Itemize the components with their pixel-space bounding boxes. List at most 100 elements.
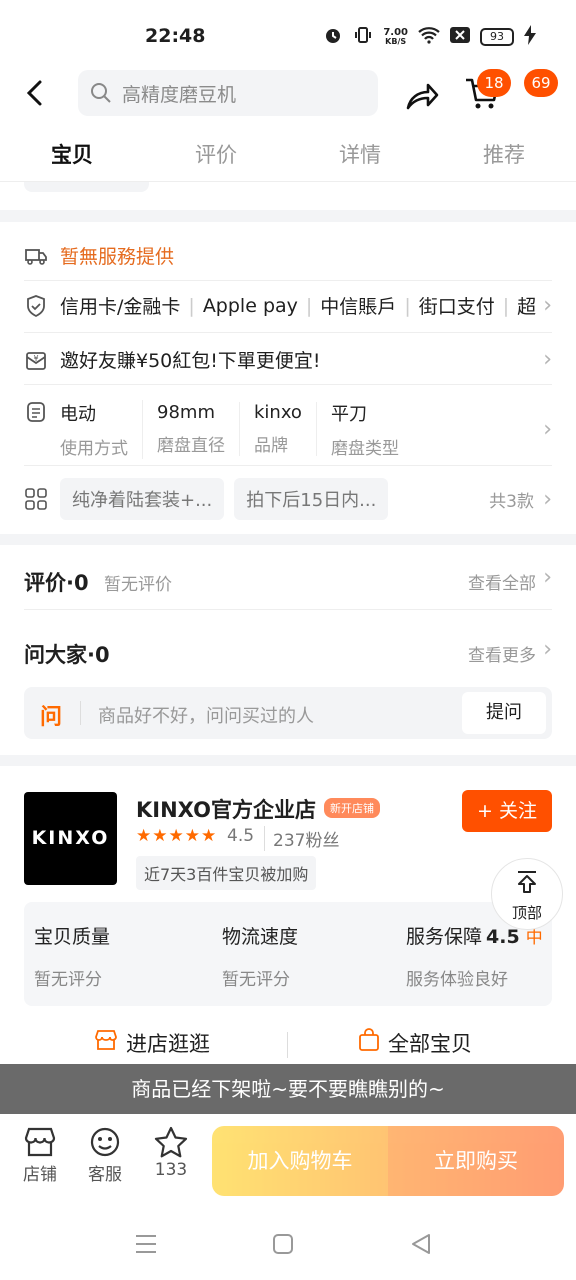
spec-key: 磨盘直径 bbox=[157, 436, 225, 456]
invite-row[interactable]: ¥ 邀好友賺¥50紅包!下單更便宜! › bbox=[24, 346, 552, 373]
bag-icon bbox=[358, 1028, 380, 1058]
service-row[interactable]: 暂無服務提供 bbox=[24, 242, 552, 269]
payment-method: 超 bbox=[517, 296, 537, 318]
spec-key: 磨盘类型 bbox=[330, 438, 399, 459]
top-bar: 高精度磨豆机 18 69 bbox=[0, 69, 576, 120]
score-sub: 暂无评分 bbox=[34, 970, 102, 990]
divider bbox=[24, 384, 552, 385]
search-icon bbox=[91, 83, 111, 103]
spec-item: 电动 使用方式 bbox=[60, 399, 143, 459]
reviews-title: 评价·0 bbox=[24, 571, 89, 595]
chevron-right-icon: › bbox=[543, 565, 552, 590]
score-level: 中 bbox=[525, 928, 543, 948]
chevron-right-icon: › bbox=[543, 486, 552, 512]
share-icon bbox=[406, 83, 439, 110]
red-envelope-icon: ¥ bbox=[24, 348, 48, 372]
content-stub bbox=[24, 182, 149, 192]
store-label: 店铺 bbox=[23, 1165, 57, 1185]
no-reviews-text: 暂无评价 bbox=[104, 575, 172, 595]
search-placeholder: 高精度磨豆机 bbox=[122, 83, 237, 106]
document-icon bbox=[24, 400, 48, 424]
arrow-up-icon bbox=[492, 869, 562, 902]
packages-row[interactable]: 纯净着陆套装+... 拍下后15日内... 共3款 › bbox=[24, 478, 552, 520]
ask-placeholder: 商品好不好，问问买过的人 bbox=[98, 706, 314, 727]
tab-details[interactable]: 详情 bbox=[288, 120, 432, 181]
bottom-action-bar: 店铺 客服 133 加入购物车 立即购买 bbox=[0, 1114, 576, 1210]
chevron-right-icon: › bbox=[543, 637, 552, 662]
wifi-icon bbox=[418, 26, 440, 48]
enter-shop-button[interactable]: 进店逛逛 bbox=[94, 1028, 210, 1058]
ask-icon: 问 bbox=[40, 705, 63, 730]
spec-key: 品牌 bbox=[254, 436, 288, 456]
back-triangle-icon[interactable] bbox=[410, 1232, 432, 1260]
favorite-button[interactable]: 133 bbox=[141, 1126, 201, 1180]
tab-recommend[interactable]: 推荐 bbox=[432, 120, 576, 181]
payment-method: 街口支付 bbox=[418, 296, 495, 318]
menu-icon[interactable] bbox=[134, 1232, 158, 1260]
spec-item: 平刀 磨盘类型 bbox=[331, 400, 413, 459]
buy-now-button[interactable]: 立即购买 bbox=[388, 1126, 564, 1196]
package-option[interactable]: 纯净着陆套装+... bbox=[60, 478, 225, 520]
back-button[interactable] bbox=[22, 78, 48, 114]
shop-name[interactable]: KINXO官方企业店 bbox=[136, 794, 316, 824]
net-speed-unit: KB/S bbox=[385, 37, 407, 46]
section-tabs: 宝贝 评价 详情 推荐 bbox=[0, 120, 576, 182]
customer-service-button[interactable]: 客服 bbox=[75, 1126, 135, 1185]
status-bar: 22:48 7.00 KB/S 93 bbox=[0, 0, 576, 70]
chevron-right-icon: › bbox=[543, 416, 552, 442]
divider bbox=[80, 701, 81, 725]
ask-box[interactable]: 问 商品好不好，问问买过的人 提问 bbox=[24, 687, 552, 739]
home-icon[interactable] bbox=[272, 1232, 294, 1260]
score-sub: 服务体验良好 bbox=[406, 970, 508, 990]
off-shelf-toast: 商品已经下架啦~要不要瞧瞧别的~ bbox=[0, 1064, 576, 1114]
all-items-button[interactable]: 全部宝贝 bbox=[358, 1028, 472, 1058]
hot-badge: 近7天3百件宝贝被加购 bbox=[136, 856, 317, 890]
shop-fans: 237粉丝 bbox=[264, 826, 339, 851]
status-icons: 7.00 KB/S 93 bbox=[323, 25, 536, 49]
chat-face-icon bbox=[75, 1126, 135, 1160]
spec-item: 98mm 磨盘直径 bbox=[157, 402, 240, 456]
shop-card: KINXO KINXO官方企业店 新开店铺 ★★★★★ 4.5 237粉丝 近7… bbox=[0, 766, 576, 1066]
store-button[interactable]: 店铺 bbox=[10, 1126, 70, 1185]
shop-logo[interactable]: KINXO bbox=[24, 792, 117, 885]
no-service-text: 暂無服務提供 bbox=[60, 246, 175, 268]
payment-row[interactable]: 信用卡/金融卡 | Apple pay | 中信賬戶 | 街口支付 | 超 › bbox=[24, 292, 552, 319]
chevron-left-icon bbox=[26, 80, 42, 106]
shop-buttons: 进店逛逛 全部宝贝 bbox=[0, 1028, 576, 1064]
follow-button[interactable]: + 关注 bbox=[462, 790, 552, 832]
payment-method: 中信賬戶 bbox=[320, 296, 397, 318]
back-to-top-label: 顶部 bbox=[511, 904, 542, 922]
separator: | bbox=[305, 294, 313, 317]
store-icon bbox=[94, 1029, 118, 1057]
search-input[interactable]: 高精度磨豆机 bbox=[78, 70, 378, 116]
charging-icon bbox=[524, 25, 536, 49]
clock: 22:48 bbox=[145, 25, 206, 47]
tab-reviews[interactable]: 评价 bbox=[144, 120, 288, 181]
truck-icon bbox=[24, 244, 48, 268]
shield-icon bbox=[24, 294, 48, 318]
invite-text: 邀好友賺¥50紅包!下單更便宜! bbox=[60, 350, 321, 372]
qa-title: 问大家·0 bbox=[24, 643, 110, 667]
spec-value: 平刀 bbox=[330, 403, 367, 425]
rating-stars: ★★★★★ bbox=[136, 826, 218, 846]
score-number: 4.5 bbox=[486, 926, 520, 948]
add-to-cart-button[interactable]: 加入购物车 bbox=[212, 1126, 388, 1196]
shop-rating: 4.5 bbox=[227, 826, 255, 846]
package-option[interactable]: 拍下后15日内... bbox=[234, 478, 389, 520]
ask-button[interactable]: 提问 bbox=[462, 692, 546, 734]
message-badge[interactable]: 69 bbox=[524, 69, 558, 97]
share-button[interactable] bbox=[404, 78, 440, 116]
reviews-card: 评价·0 暂无评价 查看全部 › 问大家·0 查看更多 › 问 商品好不好，问问… bbox=[0, 545, 576, 755]
specs-row[interactable]: 电动 使用方式 98mm 磨盘直径 kinxo 品牌 平刀磨盘类型 › bbox=[24, 398, 552, 460]
battery-indicator: 93 bbox=[480, 28, 514, 46]
all-items-label: 全部宝贝 bbox=[388, 1032, 472, 1056]
spec-item: kinxo 品牌 bbox=[254, 402, 317, 456]
service-card: 暂無服務提供 信用卡/金融卡 | Apple pay | 中信賬戶 | 街口支付 | 超… bbox=[0, 222, 576, 534]
back-to-top-button[interactable]: 顶部 bbox=[491, 858, 563, 930]
alarm-icon bbox=[323, 25, 343, 49]
view-more-qa-link[interactable]: 查看更多 bbox=[468, 641, 536, 666]
divider bbox=[24, 609, 552, 610]
divider bbox=[24, 465, 552, 466]
view-all-reviews-link[interactable]: 查看全部 bbox=[468, 569, 536, 594]
tab-item[interactable]: 宝贝 bbox=[0, 120, 144, 181]
